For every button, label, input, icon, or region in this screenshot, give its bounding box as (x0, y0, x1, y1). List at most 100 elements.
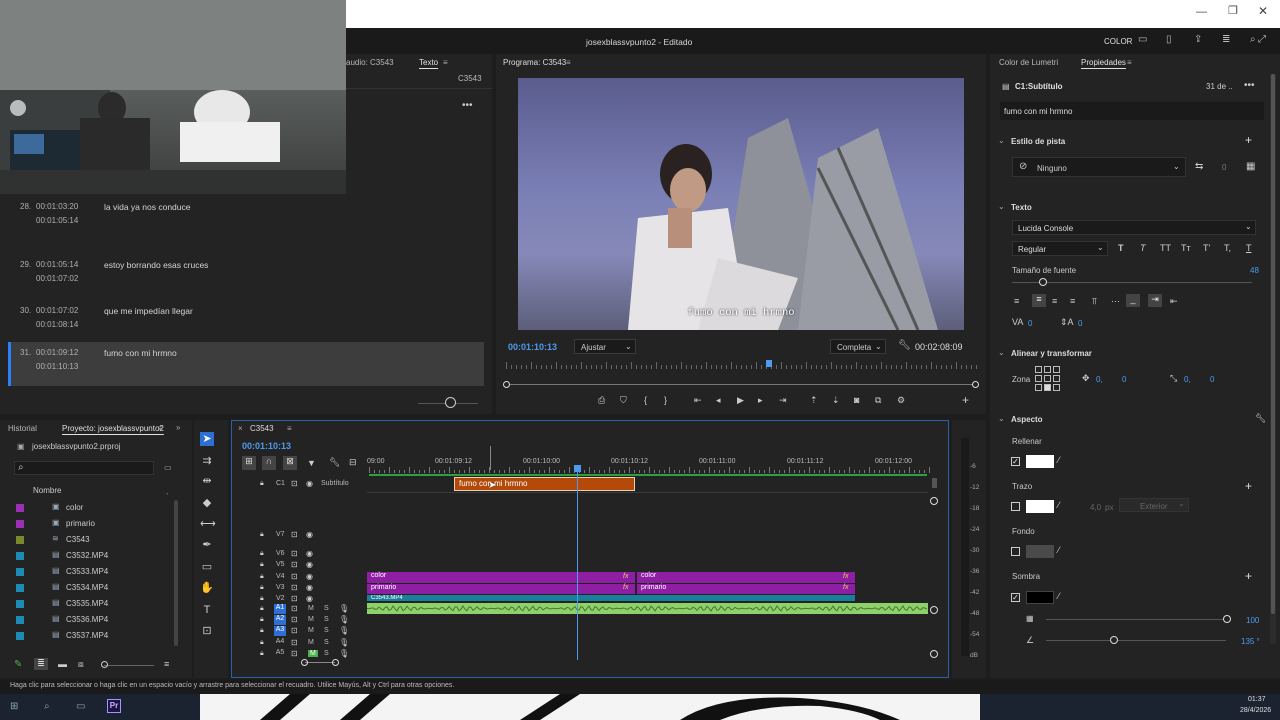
microphone-icon[interactable]: 🎙︎ (339, 615, 349, 624)
more-panels-icon[interactable]: » (176, 423, 180, 432)
stroke-color-swatch[interactable] (1026, 500, 1054, 513)
project-item[interactable]: ▤ C3536.MP4 (16, 612, 166, 628)
start-icon[interactable]: ⊞ (10, 701, 18, 712)
tab-menu-icon[interactable]: ≡ (443, 58, 448, 67)
fullscreen-icon[interactable]: ⤢ (1258, 34, 1266, 45)
lock-icon[interactable]: 🔒︎ (260, 605, 264, 613)
linked-selection-icon[interactable]: ⊠ (283, 456, 297, 470)
chevron-down-icon[interactable]: ⌄ (998, 202, 1005, 211)
properties-scrollbar[interactable] (1270, 74, 1276, 644)
extract-icon[interactable]: ⇣ (832, 395, 840, 406)
sync-lock-icon[interactable]: ⊡ (291, 626, 298, 635)
tab-text[interactable]: Texto (419, 58, 438, 67)
ripple-edit-tool-icon[interactable]: ⇹ (200, 474, 214, 488)
stroke-type-dropdown[interactable]: Exterior ⌄ (1119, 498, 1189, 512)
play-icon[interactable]: ▶ (737, 395, 744, 406)
search-icon[interactable]: ⌕ (1250, 34, 1256, 45)
program-mini-ruler[interactable] (506, 362, 977, 372)
tab-program[interactable]: Programa: C3543 (503, 58, 566, 67)
lock-icon[interactable]: 🔒︎ (260, 573, 264, 581)
sync-style-icon[interactable]: ⇆ (1195, 161, 1203, 172)
adjustment-clip-primario-2[interactable]: primario (637, 584, 855, 594)
program-scrub-bar[interactable] (506, 384, 976, 385)
rtl-icon[interactable]: ⇤ (1170, 296, 1178, 307)
align-right-icon[interactable]: ≡ (1052, 296, 1057, 306)
mute-button[interactable]: M (308, 616, 314, 623)
chevron-down-icon[interactable]: ⌄ (998, 414, 1005, 423)
eye-icon[interactable]: ◉ (306, 560, 313, 569)
ltr-icon[interactable]: ⇥ (1148, 294, 1162, 307)
font-size-slider-handle[interactable] (1039, 278, 1047, 286)
track-label[interactable]: A4 (274, 638, 286, 648)
adjustment-clip-primario[interactable]: primario (367, 584, 635, 594)
lift-icon[interactable]: ⇡ (810, 395, 818, 406)
track-label[interactable]: A1 (274, 604, 286, 614)
thumb-size-slider[interactable] (104, 665, 154, 666)
subtitle-scroll[interactable] (932, 478, 937, 488)
scale-y[interactable]: 0 (1210, 375, 1214, 384)
track-label[interactable]: A3 (274, 626, 286, 636)
settings-icon[interactable]: ⚙ (897, 395, 905, 406)
tab-timeline[interactable]: C3543 (250, 424, 274, 433)
wrench-icon[interactable]: 🔧︎ (898, 340, 911, 351)
font-size-slider-track[interactable] (1012, 282, 1252, 283)
panel-layout-icon[interactable]: ▭ (1138, 34, 1147, 45)
wrench-icon[interactable]: 🔧︎ (329, 457, 340, 468)
justify-icon[interactable]: ≡ (1070, 296, 1075, 306)
razor-tool-icon[interactable]: ◆ (200, 496, 214, 510)
subtitle-text[interactable]: estoy borrando esas cruces (104, 260, 208, 270)
tab-menu-icon[interactable]: ≡ (287, 424, 292, 433)
zone-cell[interactable] (1044, 375, 1051, 382)
sync-lock-icon[interactable]: ⊡ (291, 583, 298, 592)
zone-cell[interactable] (1035, 366, 1042, 373)
chevron-down-icon[interactable]: ⌄ (998, 136, 1005, 145)
step-back-icon[interactable]: ◂ (716, 395, 721, 406)
slip-tool-icon[interactable]: ⟷ (200, 517, 216, 531)
out-handle[interactable] (972, 381, 979, 388)
track-style-dropdown[interactable]: ⊘ Ninguno ⌄ (1012, 157, 1186, 177)
minimize-icon[interactable]: — (1196, 6, 1207, 18)
sort-icon[interactable]: ˎ (166, 486, 169, 495)
subscript-icon[interactable]: T, (1224, 243, 1231, 253)
solo-button[interactable]: S (324, 616, 329, 623)
sync-lock-icon[interactable]: ⊡ (291, 560, 298, 569)
project-item[interactable]: ▣ color (16, 500, 166, 516)
wrench-icon[interactable]: 🔧︎ (1255, 413, 1266, 424)
tab-menu-icon[interactable]: ≡ (566, 58, 571, 67)
tab-audio[interactable]: audio: C3543 (346, 58, 394, 67)
v-scroll-handle-top[interactable] (930, 497, 938, 505)
shadow-angle-track[interactable] (1046, 640, 1226, 641)
background-color-swatch[interactable] (1026, 545, 1054, 558)
h-zoom-handle-right[interactable] (332, 659, 339, 666)
close-tab-icon[interactable]: × (238, 424, 243, 433)
fill-checkbox[interactable]: ✓ (1011, 457, 1020, 466)
subtitle-text[interactable]: la vida ya nos conduce (104, 202, 190, 212)
font-size-value[interactable]: 48 (1250, 266, 1259, 275)
subtitle-text[interactable]: que me impedían llegar (104, 306, 193, 316)
solo-button[interactable]: S (324, 605, 329, 612)
superscript-icon[interactable]: T' (1203, 243, 1210, 253)
quality-dropdown[interactable]: Completa ⌄ (830, 339, 886, 354)
subtitle-row[interactable]: 31. 00:01:09:12 00:01:10:13 fumo con mi hrm… (8, 342, 484, 386)
mark-out-icon[interactable]: } (664, 395, 667, 405)
program-timecode[interactable]: 00:01:10:13 (508, 342, 557, 352)
add-style-icon[interactable]: + (1245, 133, 1252, 147)
go-to-out-icon[interactable]: ⇥ (779, 395, 787, 406)
project-item[interactable]: ▤ C3537.MP4 (16, 628, 166, 644)
eyedropper-icon[interactable]: ⁄ (1058, 545, 1060, 555)
progress-icon[interactable]: ≣ (1222, 34, 1230, 45)
caption-tool-icon[interactable]: ⊡ (200, 624, 214, 638)
sort-menu-icon[interactable]: ≡ (164, 659, 169, 669)
tab-properties[interactable]: Propiedades (1081, 58, 1126, 67)
zone-cell[interactable] (1053, 375, 1060, 382)
bold-icon[interactable]: T (1118, 243, 1124, 253)
lock-icon[interactable]: 🔒︎ (260, 550, 264, 558)
lock-icon[interactable]: 🔒︎ (260, 561, 264, 569)
adjustment-clip-color[interactable]: color (367, 572, 635, 583)
eyedropper-icon[interactable]: ⁄ (1058, 500, 1060, 510)
project-item[interactable]: ▣ primario (16, 516, 166, 532)
compare-icon[interactable]: ⧉ (875, 395, 881, 406)
tracking-value[interactable]: 0 (1028, 319, 1032, 328)
subtitle-row[interactable]: 28. 00:01:03:20 00:01:05:14 la vida ya nos … (8, 196, 484, 240)
more-options-icon[interactable]: ••• (1244, 80, 1255, 91)
